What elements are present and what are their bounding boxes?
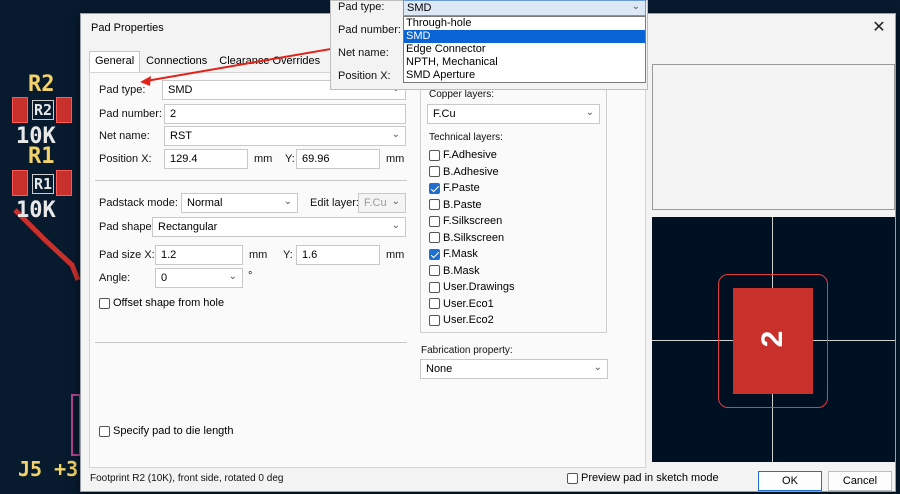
layer-checkbox-f-paste[interactable]: F.Paste: [429, 182, 480, 194]
checkbox-icon: [429, 232, 440, 243]
layer-checkbox-user-eco1[interactable]: User.Eco1: [429, 298, 494, 310]
pad-type-options: Through-hole SMD Edge Connector NPTH, Mecha…: [403, 16, 646, 83]
checkbox-icon: [429, 149, 440, 161]
layer-checkbox-f-adhesive[interactable]: F.Adhesive: [429, 149, 497, 161]
pad-type-option[interactable]: Edge Connector: [404, 43, 645, 56]
layer-label: F.Mask: [443, 248, 478, 260]
checkbox-icon: [429, 265, 440, 276]
checkbox-icon: [429, 182, 440, 194]
checkbox-icon: [429, 248, 440, 260]
pad-type-option[interactable]: NPTH, Mechanical: [404, 56, 645, 69]
layer-checkbox-b-mask[interactable]: B.Mask: [429, 265, 480, 277]
popup-position-x-label: Position X:: [338, 70, 391, 82]
layer-checkbox-user-drawings[interactable]: User.Drawings: [429, 281, 515, 293]
layer-label: B.Paste: [443, 198, 482, 211]
layer-checkbox-user-eco2[interactable]: User.Eco2: [429, 314, 494, 326]
layer-label: B.Adhesive: [443, 165, 499, 178]
layer-checkbox-f-silkscreen[interactable]: F.Silkscreen: [429, 215, 502, 227]
pad-type-dropdown[interactable]: SMD ⌄: [403, 0, 646, 16]
popup-pad-number-label: Pad number:: [338, 24, 401, 36]
checkbox-icon: [429, 199, 440, 210]
layer-label: B.Silkscreen: [443, 231, 505, 244]
pad-type-option[interactable]: Through-hole: [404, 17, 645, 30]
checkbox-icon: [429, 215, 440, 227]
pad-type-option[interactable]: SMD: [404, 30, 645, 43]
layer-checkbox-b-adhesive[interactable]: B.Adhesive: [429, 166, 499, 178]
layer-label: User.Drawings: [443, 281, 515, 293]
checkbox-icon: [429, 281, 440, 293]
checkbox-icon: [429, 298, 440, 309]
layer-label: User.Eco2: [443, 314, 494, 326]
checkbox-icon: [429, 314, 440, 326]
layer-label: B.Mask: [443, 264, 480, 277]
layer-label: F.Adhesive: [443, 149, 497, 161]
layer-checkbox-b-silkscreen[interactable]: B.Silkscreen: [429, 232, 504, 244]
checkbox-icon: [429, 166, 440, 177]
popup-net-name-label: Net name:: [338, 47, 389, 59]
chevron-down-icon: ⌄: [631, 1, 640, 12]
popup-pad-type-label: Pad type:: [338, 1, 385, 13]
layer-label: User.Eco1: [443, 297, 494, 310]
layer-label: F.Silkscreen: [443, 215, 503, 227]
layer-label: F.Paste: [443, 182, 480, 194]
layer-checkbox-b-paste[interactable]: B.Paste: [429, 199, 482, 211]
layer-checkbox-f-mask[interactable]: F.Mask: [429, 248, 478, 260]
pad-type-option[interactable]: SMD Aperture: [404, 69, 645, 82]
